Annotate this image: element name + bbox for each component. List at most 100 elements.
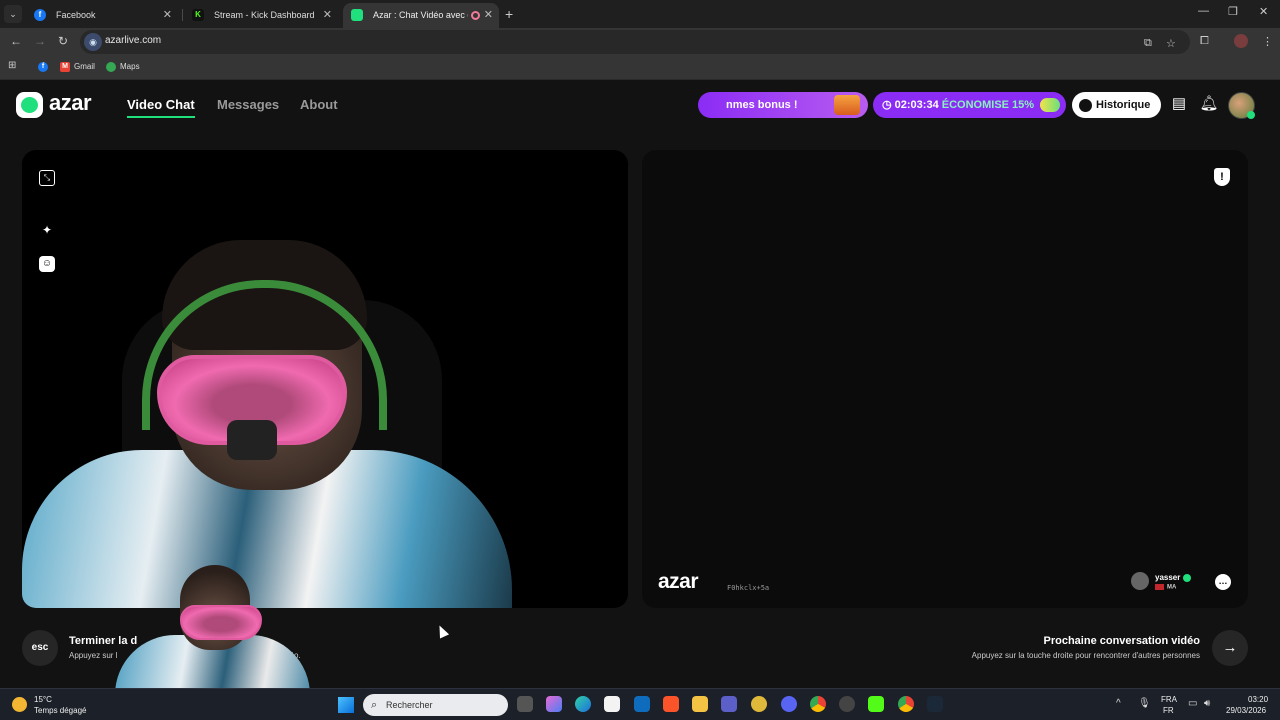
language-bottom[interactable]: FR <box>1163 706 1174 715</box>
app-icon[interactable] <box>751 696 767 712</box>
site-info-icon[interactable]: ◉ <box>84 33 102 51</box>
next-chat-hint: Appuyez sur la touche droite pour rencon… <box>971 651 1200 660</box>
nav-about[interactable]: About <box>300 97 338 112</box>
azar-icon <box>351 9 363 21</box>
teams-icon[interactable] <box>721 696 737 712</box>
bell-icon[interactable]: 🔔︎ <box>1199 94 1219 114</box>
bookmark-label: Gmail <box>74 62 95 72</box>
back-arrow-icon[interactable]: ← <box>10 34 22 48</box>
discord-icon[interactable] <box>781 696 797 712</box>
bookmark-gmail[interactable]: M Gmail <box>60 62 95 72</box>
browser-tab-strip: ⌄ f Facebook ✕ K Stream - Kick Dashboard… <box>0 0 1280 28</box>
clock-time[interactable]: 03:20 <box>1248 695 1268 704</box>
cast-icon[interactable]: ⧉ <box>1144 37 1152 50</box>
countdown-timer: 02:03:34 <box>894 99 939 111</box>
magic-wand-icon[interactable]: ✦ <box>39 222 55 238</box>
tab-search-button[interactable]: ⌄ <box>4 5 22 23</box>
overlay-diving-mask <box>180 605 262 640</box>
close-window-button[interactable]: ✕ <box>1259 5 1268 18</box>
windows-start-icon[interactable] <box>338 697 354 713</box>
weather-temperature[interactable]: 15°C <box>34 695 52 704</box>
tab-divider <box>182 9 183 21</box>
close-tab-icon[interactable]: ✕ <box>163 3 172 28</box>
close-tab-icon[interactable]: ✕ <box>484 3 493 28</box>
language-top[interactable]: FRA <box>1161 695 1177 704</box>
address-bar[interactable]: ◉ azarlive.com ⧉ ☆ <box>80 30 1190 54</box>
url-text: azarlive.com <box>105 35 162 46</box>
end-chat-esc-button[interactable]: esc <box>22 630 58 666</box>
store-icon[interactable]: ▤ <box>1169 94 1189 114</box>
windows-taskbar: 15°C Temps dégagé ⌕ Rechercher ^ 🎙︎ FRA … <box>0 688 1280 720</box>
bonus-text: nmes bonus ! <box>726 99 798 111</box>
azar-logo-icon <box>16 92 43 118</box>
weather-moon-icon[interactable] <box>12 697 27 712</box>
steam-icon[interactable] <box>927 696 943 712</box>
extensions-icon[interactable]: ⧠ <box>1200 35 1209 48</box>
partner-avatar[interactable] <box>1131 572 1149 590</box>
tab-kick-dashboard[interactable]: K Stream - Kick Dashboard ✕ <box>184 3 338 28</box>
discount-label: ÉCONOMISE 15% <box>941 99 1035 111</box>
kick-app-icon[interactable] <box>868 696 884 712</box>
obs-icon[interactable] <box>839 696 855 712</box>
recording-icon <box>471 11 480 20</box>
profile-avatar[interactable] <box>1234 34 1248 48</box>
tab-title: Stream - Kick Dashboard <box>214 10 315 20</box>
network-icon[interactable]: ▭ <box>1188 698 1197 709</box>
bonus-banner[interactable]: nmes bonus ! <box>698 92 868 118</box>
clock-date[interactable]: 29/03/2026 <box>1226 706 1266 715</box>
nav-video-chat[interactable]: Video Chat <box>127 97 195 118</box>
close-tab-icon[interactable]: ✕ <box>323 3 332 28</box>
maximize-button[interactable]: ❐ <box>1228 5 1238 18</box>
azar-logo-text: azar <box>49 90 92 115</box>
user-avatar[interactable] <box>1228 92 1255 119</box>
morocco-flag-icon <box>1155 584 1164 590</box>
session-code: F0hkclx+5a <box>727 584 770 592</box>
my-camera-pane: ⤡ ✦ ☺ <box>22 150 628 608</box>
microphone-icon[interactable]: 🎙︎ <box>1138 698 1151 709</box>
minimize-video-icon[interactable]: ⤡ <box>39 170 55 186</box>
next-chat-title: Prochaine conversation vidéo <box>1043 635 1201 647</box>
apps-grid-icon[interactable]: ⊞ <box>8 60 16 71</box>
reload-icon[interactable]: ↻ <box>58 34 68 48</box>
outlook-icon[interactable] <box>634 696 650 712</box>
partner-country-row: MA <box>1155 584 1176 591</box>
store-app-icon[interactable] <box>604 696 620 712</box>
tray-overflow-icon[interactable]: ^ <box>1116 698 1121 709</box>
clock-icon: ◷ <box>882 99 895 111</box>
chrome-profile-icon[interactable] <box>898 696 914 712</box>
facebook-icon: f <box>34 9 46 21</box>
treasure-chest-icon <box>834 95 860 115</box>
minimize-button[interactable]: — <box>1198 5 1209 17</box>
chrome-icon[interactable] <box>810 696 826 712</box>
weather-condition[interactable]: Temps dégagé <box>34 706 86 715</box>
menu-kebab-icon[interactable]: ⋮ <box>1262 35 1273 48</box>
new-tab-button[interactable]: + <box>505 6 513 22</box>
taskbar-search-box[interactable]: ⌕ Rechercher <box>363 694 508 716</box>
history-button[interactable]: Historique <box>1072 92 1161 118</box>
forward-arrow-icon[interactable]: → <box>34 34 46 48</box>
next-chat-button[interactable]: → <box>1212 630 1248 666</box>
copilot-icon[interactable] <box>546 696 562 712</box>
partner-video-pane: ! azar F0hkclx+5a yasser MA … <box>642 150 1248 608</box>
partner-name: yasser <box>1155 573 1181 582</box>
gmail-icon: M <box>60 62 70 72</box>
partner-country: MA <box>1167 584 1177 591</box>
volume-icon[interactable]: 🔊︎ <box>1204 698 1210 709</box>
bookmark-star-icon[interactable]: ☆ <box>1166 37 1176 50</box>
bookmark-facebook[interactable]: f <box>38 62 52 72</box>
task-view-icon[interactable] <box>517 696 533 712</box>
report-shield-icon[interactable]: ! <box>1214 168 1230 186</box>
history-clock-icon <box>1079 99 1092 112</box>
nav-messages[interactable]: Messages <box>217 97 279 112</box>
discount-timer-banner[interactable]: ◷ 02:03:34 ÉCONOMISE 15% <box>873 92 1066 118</box>
maps-icon <box>106 62 116 72</box>
chat-bubble-icon[interactable]: … <box>1215 574 1231 590</box>
tab-azar[interactable]: Azar : Chat Vidéo avec de n ✕ <box>343 3 499 28</box>
bookmark-maps[interactable]: Maps <box>106 62 140 72</box>
bookmark-label: Maps <box>120 62 140 72</box>
edge-icon[interactable] <box>575 696 591 712</box>
brave-icon[interactable] <box>663 696 679 712</box>
tab-facebook[interactable]: f Facebook ✕ <box>26 3 178 28</box>
file-explorer-icon[interactable] <box>692 696 708 712</box>
bookmarks-bar: ⊞ f M Gmail Maps <box>0 56 1280 80</box>
